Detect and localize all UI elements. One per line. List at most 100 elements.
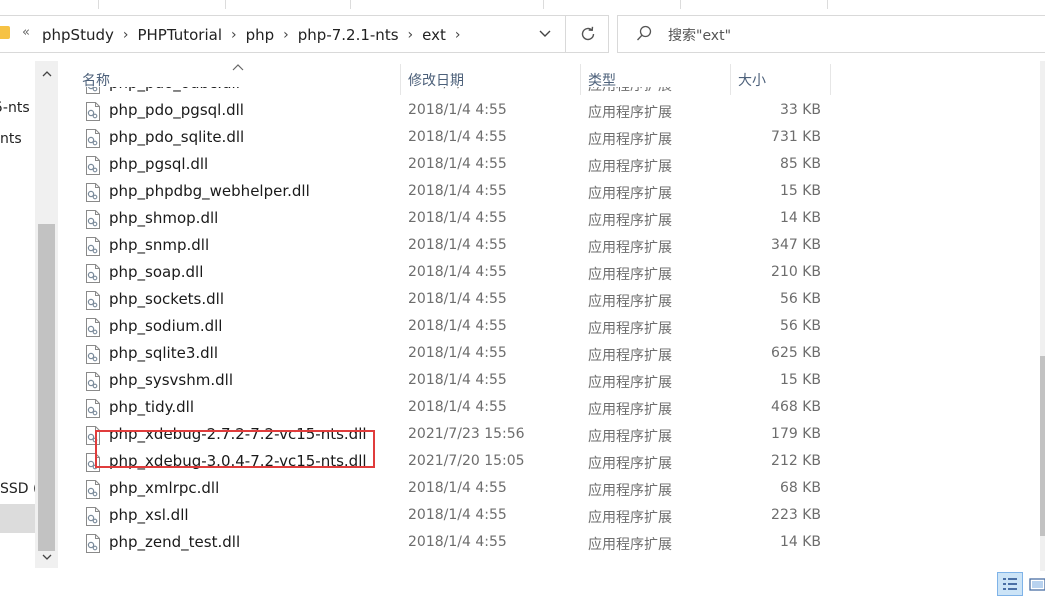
large-icons-view-button[interactable]: [1029, 574, 1045, 594]
file-date: 2021/7/20 15:05: [408, 453, 525, 469]
file-size: 56 KB: [779, 318, 821, 334]
file-name: php_sysvshm.dll: [109, 371, 233, 389]
details-view-icon: [1003, 578, 1017, 590]
file-size: 33 KB: [779, 102, 821, 118]
file-row[interactable]: php_pdo_sqlite.dll 2018/1/4 4:55 应用程序扩展 731…: [58, 125, 1045, 152]
file-size: 15 KB: [779, 183, 821, 199]
breadcrumb-overflow-icon[interactable]: «: [22, 25, 30, 40]
file-row[interactable]: php_pdo_pgsql.dll 2018/1/4 4:55 应用程序扩展 33 K…: [58, 98, 1045, 125]
nav-item-selected[interactable]: [0, 504, 35, 533]
file-size: 68 KB: [779, 480, 821, 496]
ribbon-separator: [827, 0, 828, 9]
file-row[interactable]: php_xmlrpc.dll 2018/1/4 4:55 应用程序扩展 68 KB: [58, 476, 1045, 503]
file-size: 15 KB: [779, 372, 821, 388]
scrollbar-thumb[interactable]: [38, 224, 55, 551]
search-input[interactable]: 搜索"ext": [617, 15, 1045, 53]
file-row[interactable]: php_sysvshm.dll 2018/1/4 4:55 应用程序扩展 15 KB: [58, 368, 1045, 395]
file-size: 223 KB: [771, 507, 821, 523]
file-date: 2018/1/4 4:55: [408, 480, 507, 496]
file-type: 应用程序扩展: [588, 240, 672, 256]
chevron-right-icon[interactable]: ›: [455, 27, 461, 43]
dll-file-icon: [85, 129, 101, 148]
chevron-right-icon[interactable]: ›: [231, 27, 237, 43]
file-row[interactable]: php_pdo_odbc.dll 2018/1/4 4:55 应用程序扩展 22 KB: [58, 87, 1045, 98]
file-date: 2018/1/4 4:55: [408, 129, 507, 145]
file-row[interactable]: php_tidy.dll 2018/1/4 4:55 应用程序扩展 468 KB: [58, 395, 1045, 422]
file-name: php_snmp.dll: [109, 236, 210, 254]
search-icon: [636, 25, 652, 41]
file-name: php_sqlite3.dll: [109, 344, 218, 362]
scroll-up-icon[interactable]: [35, 65, 58, 83]
dll-file-icon: [85, 480, 101, 499]
file-name: php_sodium.dll: [109, 317, 223, 335]
nav-item[interactable]: 5-nts: [0, 100, 30, 116]
file-size: 210 KB: [771, 264, 821, 280]
folder-icon: [0, 26, 10, 39]
file-date: 2018/1/4 4:55: [408, 264, 507, 280]
file-size: 56 KB: [779, 291, 821, 307]
file-size: 85 KB: [779, 156, 821, 172]
sort-ascending-icon: [232, 64, 244, 71]
chevron-right-icon[interactable]: ›: [408, 27, 414, 43]
navigation-pane: 5-nts nts SSD (: [0, 61, 58, 571]
scroll-down-icon[interactable]: [35, 548, 58, 566]
file-name: php_pdo_pgsql.dll: [109, 101, 244, 119]
file-name: php_tidy.dll: [109, 398, 194, 416]
file-date: 2018/1/4 4:55: [408, 291, 507, 307]
file-type: 应用程序扩展: [588, 510, 672, 526]
file-type: 应用程序扩展: [588, 402, 672, 418]
file-row[interactable]: php_pgsql.dll 2018/1/4 4:55 应用程序扩展 85 KB: [58, 152, 1045, 179]
dll-file-icon: [85, 291, 101, 310]
breadcrumb-item[interactable]: phpStudy: [42, 26, 114, 44]
file-row[interactable]: php_soap.dll 2018/1/4 4:55 应用程序扩展 210 KB: [58, 260, 1045, 287]
breadcrumb-item[interactable]: php: [246, 26, 275, 44]
file-date: 2018/1/4 4:55: [408, 345, 507, 361]
file-row[interactable]: php_snmp.dll 2018/1/4 4:55 应用程序扩展 347 KB: [58, 233, 1045, 260]
file-row[interactable]: php_sodium.dll 2018/1/4 4:55 应用程序扩展 56 KB: [58, 314, 1045, 341]
file-type: 应用程序扩展: [588, 87, 672, 95]
ribbon-separator: [350, 0, 351, 9]
file-date: 2018/1/4 4:55: [408, 183, 507, 199]
file-rows: php_pdo_odbc.dll 2018/1/4 4:55 应用程序扩展 22 KB…: [58, 87, 1045, 571]
nav-scrollbar[interactable]: [35, 61, 58, 568]
file-row[interactable]: php_shmop.dll 2018/1/4 4:55 应用程序扩展 14 KB: [58, 206, 1045, 233]
file-row[interactable]: php_sockets.dll 2018/1/4 4:55 应用程序扩展 56 KB: [58, 287, 1045, 314]
chevron-right-icon[interactable]: ›: [283, 27, 289, 43]
ribbon-separator: [543, 0, 544, 9]
file-date: 2018/1/4 4:55: [408, 399, 507, 415]
dll-file-icon: [85, 399, 101, 418]
address-bar[interactable]: « phpStudy › PHPTutorial › php › php-7.2.1-nts…: [0, 15, 609, 53]
dll-file-icon: [85, 534, 101, 553]
file-size: 14 KB: [779, 534, 821, 550]
chevron-down-icon[interactable]: [530, 18, 560, 50]
nav-item[interactable]: SSD (: [0, 481, 38, 497]
file-name: php_xmlrpc.dll: [109, 479, 220, 497]
file-size: 468 KB: [771, 399, 821, 415]
ribbon-separator: [680, 0, 681, 9]
file-name: php_soap.dll: [109, 263, 204, 281]
chevron-right-icon[interactable]: ›: [123, 27, 129, 43]
file-date: 2018/1/4 4:55: [408, 318, 507, 334]
dll-file-icon: [85, 156, 101, 175]
file-date: 2018/1/4 4:55: [408, 210, 507, 226]
ribbon-separator: [225, 0, 226, 9]
details-view-button[interactable]: [997, 572, 1023, 596]
nav-item[interactable]: nts: [0, 131, 22, 147]
refresh-icon: [581, 26, 594, 41]
file-date: 2018/1/4 4:55: [408, 237, 507, 253]
breadcrumb-item[interactable]: PHPTutorial: [137, 26, 222, 44]
breadcrumb-item[interactable]: php-7.2.1-nts: [298, 26, 399, 44]
file-row[interactable]: php_phpdbg_webhelper.dll 2018/1/4 4:55 应用程…: [58, 179, 1045, 206]
scrollbar-thumb[interactable]: [1040, 356, 1045, 536]
file-row[interactable]: php_xsl.dll 2018/1/4 4:55 应用程序扩展 223 KB: [58, 503, 1045, 530]
breadcrumb-item[interactable]: ext: [422, 26, 446, 44]
file-row[interactable]: php_zend_test.dll 2018/1/4 4:55 应用程序扩展 14 K…: [58, 530, 1045, 557]
file-type: 应用程序扩展: [588, 132, 672, 148]
file-type: 应用程序扩展: [588, 267, 672, 283]
file-type: 应用程序扩展: [588, 294, 672, 310]
address-row: « phpStudy › PHPTutorial › php › php-7.2.1-nts…: [0, 9, 1045, 61]
refresh-button[interactable]: [565, 16, 609, 52]
file-type: 应用程序扩展: [588, 456, 672, 472]
list-scrollbar[interactable]: [1040, 61, 1045, 571]
file-row[interactable]: php_sqlite3.dll 2018/1/4 4:55 应用程序扩展 625 KB: [58, 341, 1045, 368]
